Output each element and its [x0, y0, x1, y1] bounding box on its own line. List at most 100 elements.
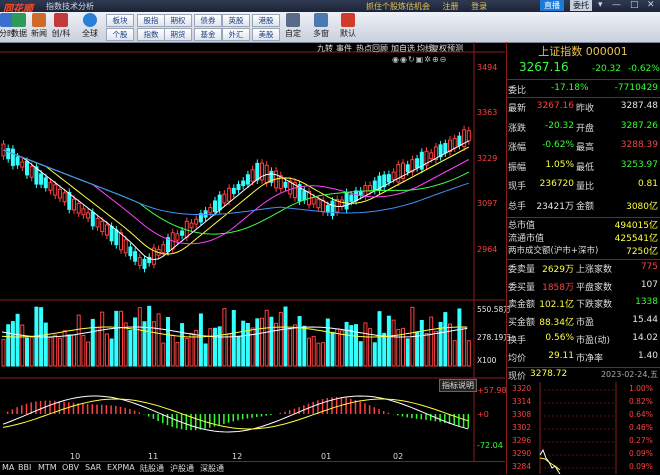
index-title: 上证指数 000001 — [538, 45, 628, 58]
quote-label: 总手 — [508, 201, 527, 212]
candle-body — [344, 191, 349, 210]
toolbar-news[interactable]: 新闻 — [28, 13, 50, 39]
candle-body — [466, 130, 471, 142]
volume-bar — [335, 328, 340, 367]
candle-body — [72, 198, 76, 211]
volume-bar — [175, 342, 180, 367]
quote-value: 0.81 — [637, 179, 658, 189]
btn-futures[interactable]: 期货 — [164, 28, 192, 41]
index-change: -20.32 — [592, 64, 622, 74]
candle-body — [452, 138, 457, 149]
toolbar-custom[interactable]: 自定 — [282, 13, 304, 39]
tab-ma[interactable]: MA — [2, 463, 14, 472]
volume-bar — [184, 337, 189, 367]
btn-bonds[interactable]: 债券 — [194, 14, 222, 27]
intraday-pct-label: 0.82% — [629, 397, 653, 406]
volume-bar — [466, 340, 471, 367]
quote-value: 775 — [640, 262, 658, 272]
quote-value: 23421万 — [536, 201, 574, 212]
volume-bar — [452, 340, 457, 367]
toolbar-data[interactable]: 数据 — [8, 13, 30, 39]
btn-funds[interactable]: 基金 — [194, 28, 222, 41]
btn-us-stocks[interactable]: 美股 — [252, 28, 280, 41]
volume-bar — [25, 337, 29, 367]
star-market-icon — [54, 13, 68, 27]
tab-sar[interactable]: SAR — [85, 463, 101, 472]
btn-forex[interactable]: 外汇 — [222, 28, 250, 41]
volume-bar — [274, 322, 279, 367]
volume-bar — [405, 338, 410, 367]
quote-value: 3287.26 — [620, 120, 658, 131]
volume-bar — [231, 310, 236, 367]
login-link[interactable]: 登录 — [471, 2, 487, 11]
candle-body — [142, 258, 147, 269]
volume-bar — [133, 317, 138, 367]
minimize-icon[interactable]: — — [612, 0, 621, 10]
candle-body — [104, 224, 109, 236]
volume-bar — [194, 329, 199, 367]
quote-label: 涨幅 — [508, 143, 527, 153]
volume-bar — [109, 338, 114, 367]
dropdown-icon[interactable]: ▾ — [598, 0, 603, 10]
btn-hk-stocks[interactable]: 港股 — [252, 14, 280, 27]
volume-bar — [217, 326, 222, 367]
candle-body — [10, 148, 15, 166]
quote-label: 市盈 — [576, 318, 595, 329]
quote-label: 涨跌 — [508, 123, 527, 134]
candle-body — [86, 212, 91, 219]
btn-stocks[interactable]: 个股 — [106, 28, 134, 41]
candle-body — [137, 257, 142, 266]
tab-northbound[interactable]: 陆股通 — [140, 463, 164, 474]
toolbar-home[interactable]: 默认 — [337, 13, 359, 39]
candle-body — [15, 156, 20, 166]
promo-link[interactable]: 抓住个股炼估机会 — [366, 2, 430, 11]
volume-bar — [15, 313, 20, 367]
quote-row: 振幅 1.05% 最低 3253.97 — [508, 160, 658, 174]
btn-uk-stocks[interactable]: 英股 — [222, 14, 250, 27]
toolbar-multiwindow[interactable]: 多窗 — [310, 13, 332, 39]
close-icon[interactable]: ✕ — [647, 0, 655, 10]
tab-mtm[interactable]: MTM — [38, 463, 57, 472]
volume-bar — [86, 341, 91, 367]
volume-bar — [330, 331, 335, 367]
news-icon — [32, 13, 46, 27]
candle-body — [20, 161, 25, 168]
volume-bar — [95, 326, 100, 367]
toolbar-global[interactable]: 全球 — [79, 13, 101, 39]
volume-bar — [372, 342, 377, 367]
candle-body — [391, 171, 396, 180]
intraday-axis-label: 3302 — [512, 423, 532, 432]
btn-options[interactable]: 期权 — [164, 14, 192, 27]
tab-expma[interactable]: EXPMA — [107, 463, 135, 472]
candle-body — [311, 197, 316, 205]
volume-bar — [142, 321, 147, 367]
volume-bar — [227, 333, 232, 367]
candle-body — [213, 200, 217, 213]
candle-body — [386, 174, 391, 183]
tab-bbi[interactable]: BBI — [18, 463, 31, 472]
tab-shanghai-connect[interactable]: 沪股通 — [170, 463, 194, 474]
btn-sector[interactable]: 板块 — [106, 14, 134, 27]
indicator-help-button[interactable]: 指标说明 — [439, 379, 477, 392]
volume-bar — [443, 312, 448, 367]
quote-label: 昨收 — [576, 104, 595, 114]
btn-index[interactable]: 指数 — [137, 28, 165, 41]
maximize-icon[interactable]: □ — [630, 0, 639, 10]
volume-bar — [213, 327, 217, 367]
delegate-button[interactable]: 委托 — [570, 0, 592, 11]
volume-bar — [250, 327, 255, 367]
candle-body — [161, 244, 166, 253]
candle-body — [241, 180, 246, 186]
candle-body — [443, 143, 448, 154]
toolbar-star-market[interactable]: 创/科 — [50, 13, 72, 39]
live-button[interactable]: 直播 — [540, 0, 564, 11]
tab-shenzhen-connect[interactable]: 深股通 — [200, 463, 224, 474]
quote-label: 最高 — [576, 143, 595, 153]
btn-stock-index-futures[interactable]: 股指 — [137, 14, 165, 27]
tab-obv[interactable]: OBV — [62, 463, 79, 472]
kline-chart[interactable] — [0, 42, 505, 474]
register-link[interactable]: 注册 — [443, 2, 459, 11]
price-axis-label: 3494 — [477, 63, 498, 72]
volume-bar — [424, 332, 429, 367]
quote-row: 换手 0.56% 市盈(动) 14.02 — [508, 333, 658, 347]
